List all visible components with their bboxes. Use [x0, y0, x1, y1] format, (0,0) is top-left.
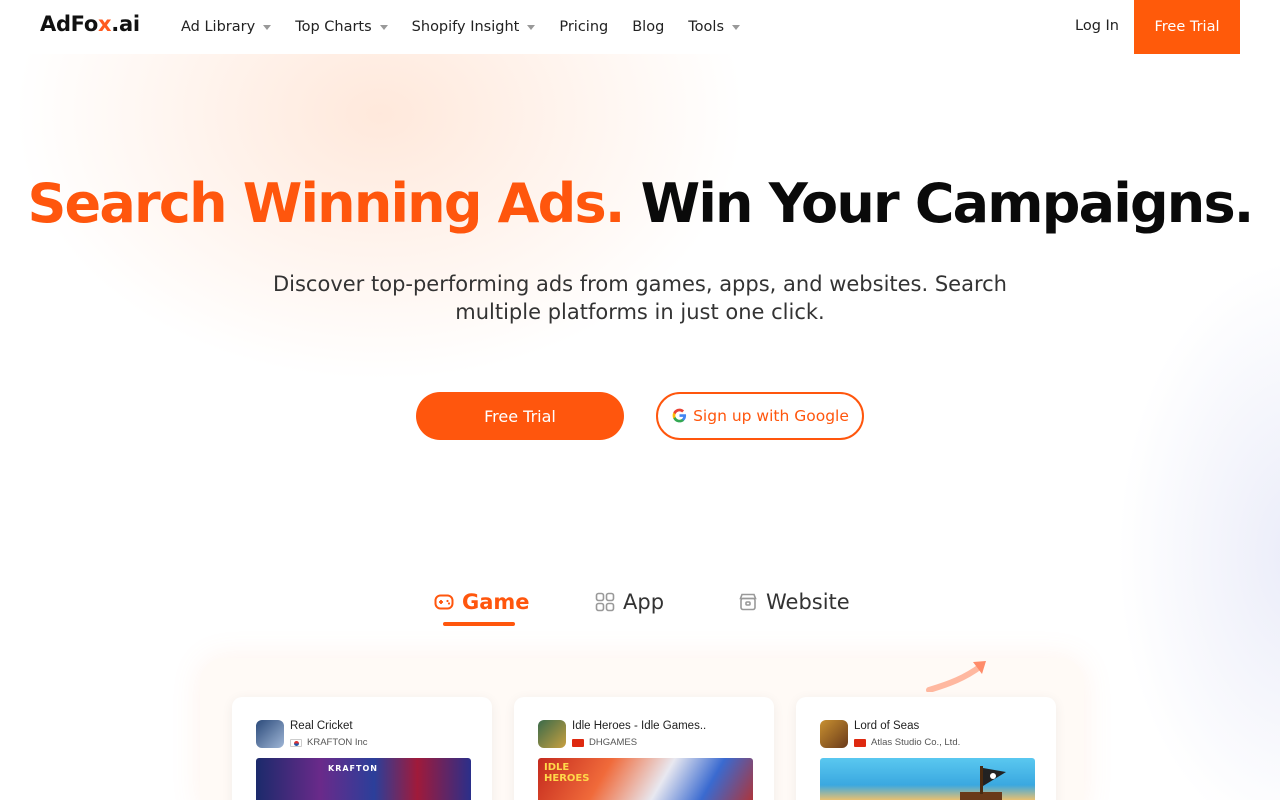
chevron-down-icon [379, 24, 388, 30]
logo-text-1: AdF [40, 12, 84, 36]
active-tab-indicator [443, 622, 515, 626]
thumbnail-text: KRAFTON [328, 764, 378, 773]
ad-card[interactable]: Lord of Seas Atlas Studio Co., Ltd. [796, 697, 1056, 800]
publisher-name: Atlas Studio Co., Ltd. [871, 737, 961, 748]
tab-app[interactable]: App [595, 590, 664, 614]
category-tabs: Game App Website [0, 585, 1280, 629]
nav-item-label: Tools [688, 19, 725, 35]
login-link[interactable]: Log In [1075, 18, 1119, 34]
app-icon [256, 720, 284, 748]
hero-title-main: Win Your Campaigns. [640, 172, 1255, 235]
nav-item-label: Shopify Insight [411, 19, 520, 35]
ad-thumbnail[interactable] [820, 758, 1035, 800]
ad-thumbnail[interactable]: KRAFTON [256, 758, 471, 800]
publisher-name: DHGAMES [589, 737, 638, 748]
tab-game[interactable]: Game [434, 590, 530, 614]
china-flag-icon [854, 738, 866, 747]
grid-icon [595, 592, 615, 612]
ad-card-publisher: KRAFTON Inc [290, 737, 368, 748]
nav-item-ad-library[interactable]: Ad Library [181, 19, 272, 35]
ad-thumbnail[interactable]: IDLE HEROES [538, 758, 753, 800]
nav-item-label: Pricing [559, 19, 609, 35]
gamepad-icon [434, 594, 454, 610]
ad-card-title: Lord of Seas [854, 720, 920, 732]
chevron-down-icon [527, 24, 536, 30]
chevron-down-icon [263, 24, 272, 30]
app-icon [538, 720, 566, 748]
ad-card-publisher: Atlas Studio Co., Ltd. [854, 737, 960, 748]
trend-arrow-icon [925, 658, 989, 697]
pirate-ship-icon [960, 766, 1006, 800]
google-signup-button[interactable]: Sign up with Google [656, 392, 864, 440]
china-flag-icon [572, 738, 584, 747]
tab-website[interactable]: Website [738, 590, 850, 614]
nav-item-tools[interactable]: Tools [688, 19, 741, 35]
nav-item-pricing[interactable]: Pricing [559, 19, 608, 35]
nav-item-label: Blog [632, 19, 665, 35]
tab-label: Website [766, 590, 850, 614]
nav-item-shopify-insight[interactable]: Shopify Insight [412, 19, 536, 35]
ad-card[interactable]: Real Cricket KRAFTON Inc KRAFTON [232, 697, 492, 800]
logo-text-3: x [98, 12, 112, 36]
free-trial-button[interactable]: Free Trial [416, 392, 624, 440]
ad-card-publisher: DHGAMES [572, 737, 637, 748]
google-signup-label: Sign up with Google [693, 407, 849, 425]
thumbnail-text: IDLE HEROES [544, 762, 590, 784]
adfox-logo[interactable]: AdFox.ai [40, 12, 140, 36]
hero-title: Search Winning Ads. Win Your Campaigns. [0, 172, 1280, 235]
nav-menu: Ad Library Top Charts Shopify Insight Pr… [181, 0, 764, 54]
tab-label: App [623, 590, 665, 614]
nav-item-label: Top Charts [295, 19, 372, 35]
nav-item-top-charts[interactable]: Top Charts [295, 19, 388, 35]
hero-subtitle: Discover top-performing ads from games, … [272, 272, 1007, 324]
nav-item-blog[interactable]: Blog [632, 19, 664, 35]
tab-label: Game [462, 590, 530, 614]
logo-text-2: o [83, 12, 99, 36]
top-navbar: AdFox.ai Ad Library Top Charts Shopify I… [0, 0, 1280, 54]
hero-title-accent: Search Winning Ads. [27, 172, 625, 235]
logo-text-4: .ai [111, 12, 140, 36]
nav-free-trial-button[interactable]: Free Trial [1134, 0, 1240, 54]
nav-item-label: Ad Library [181, 19, 256, 35]
korea-flag-icon [290, 738, 302, 747]
chevron-down-icon [732, 24, 741, 30]
ad-card[interactable]: Idle Heroes - Idle Games.. DHGAMES IDLE … [514, 697, 774, 800]
ad-card-title: Idle Heroes - Idle Games.. [572, 720, 707, 732]
google-icon [671, 408, 687, 424]
publisher-name: KRAFTON Inc [307, 737, 368, 748]
store-icon [738, 592, 758, 612]
ad-card-title: Real Cricket [290, 720, 353, 732]
app-icon [820, 720, 848, 748]
